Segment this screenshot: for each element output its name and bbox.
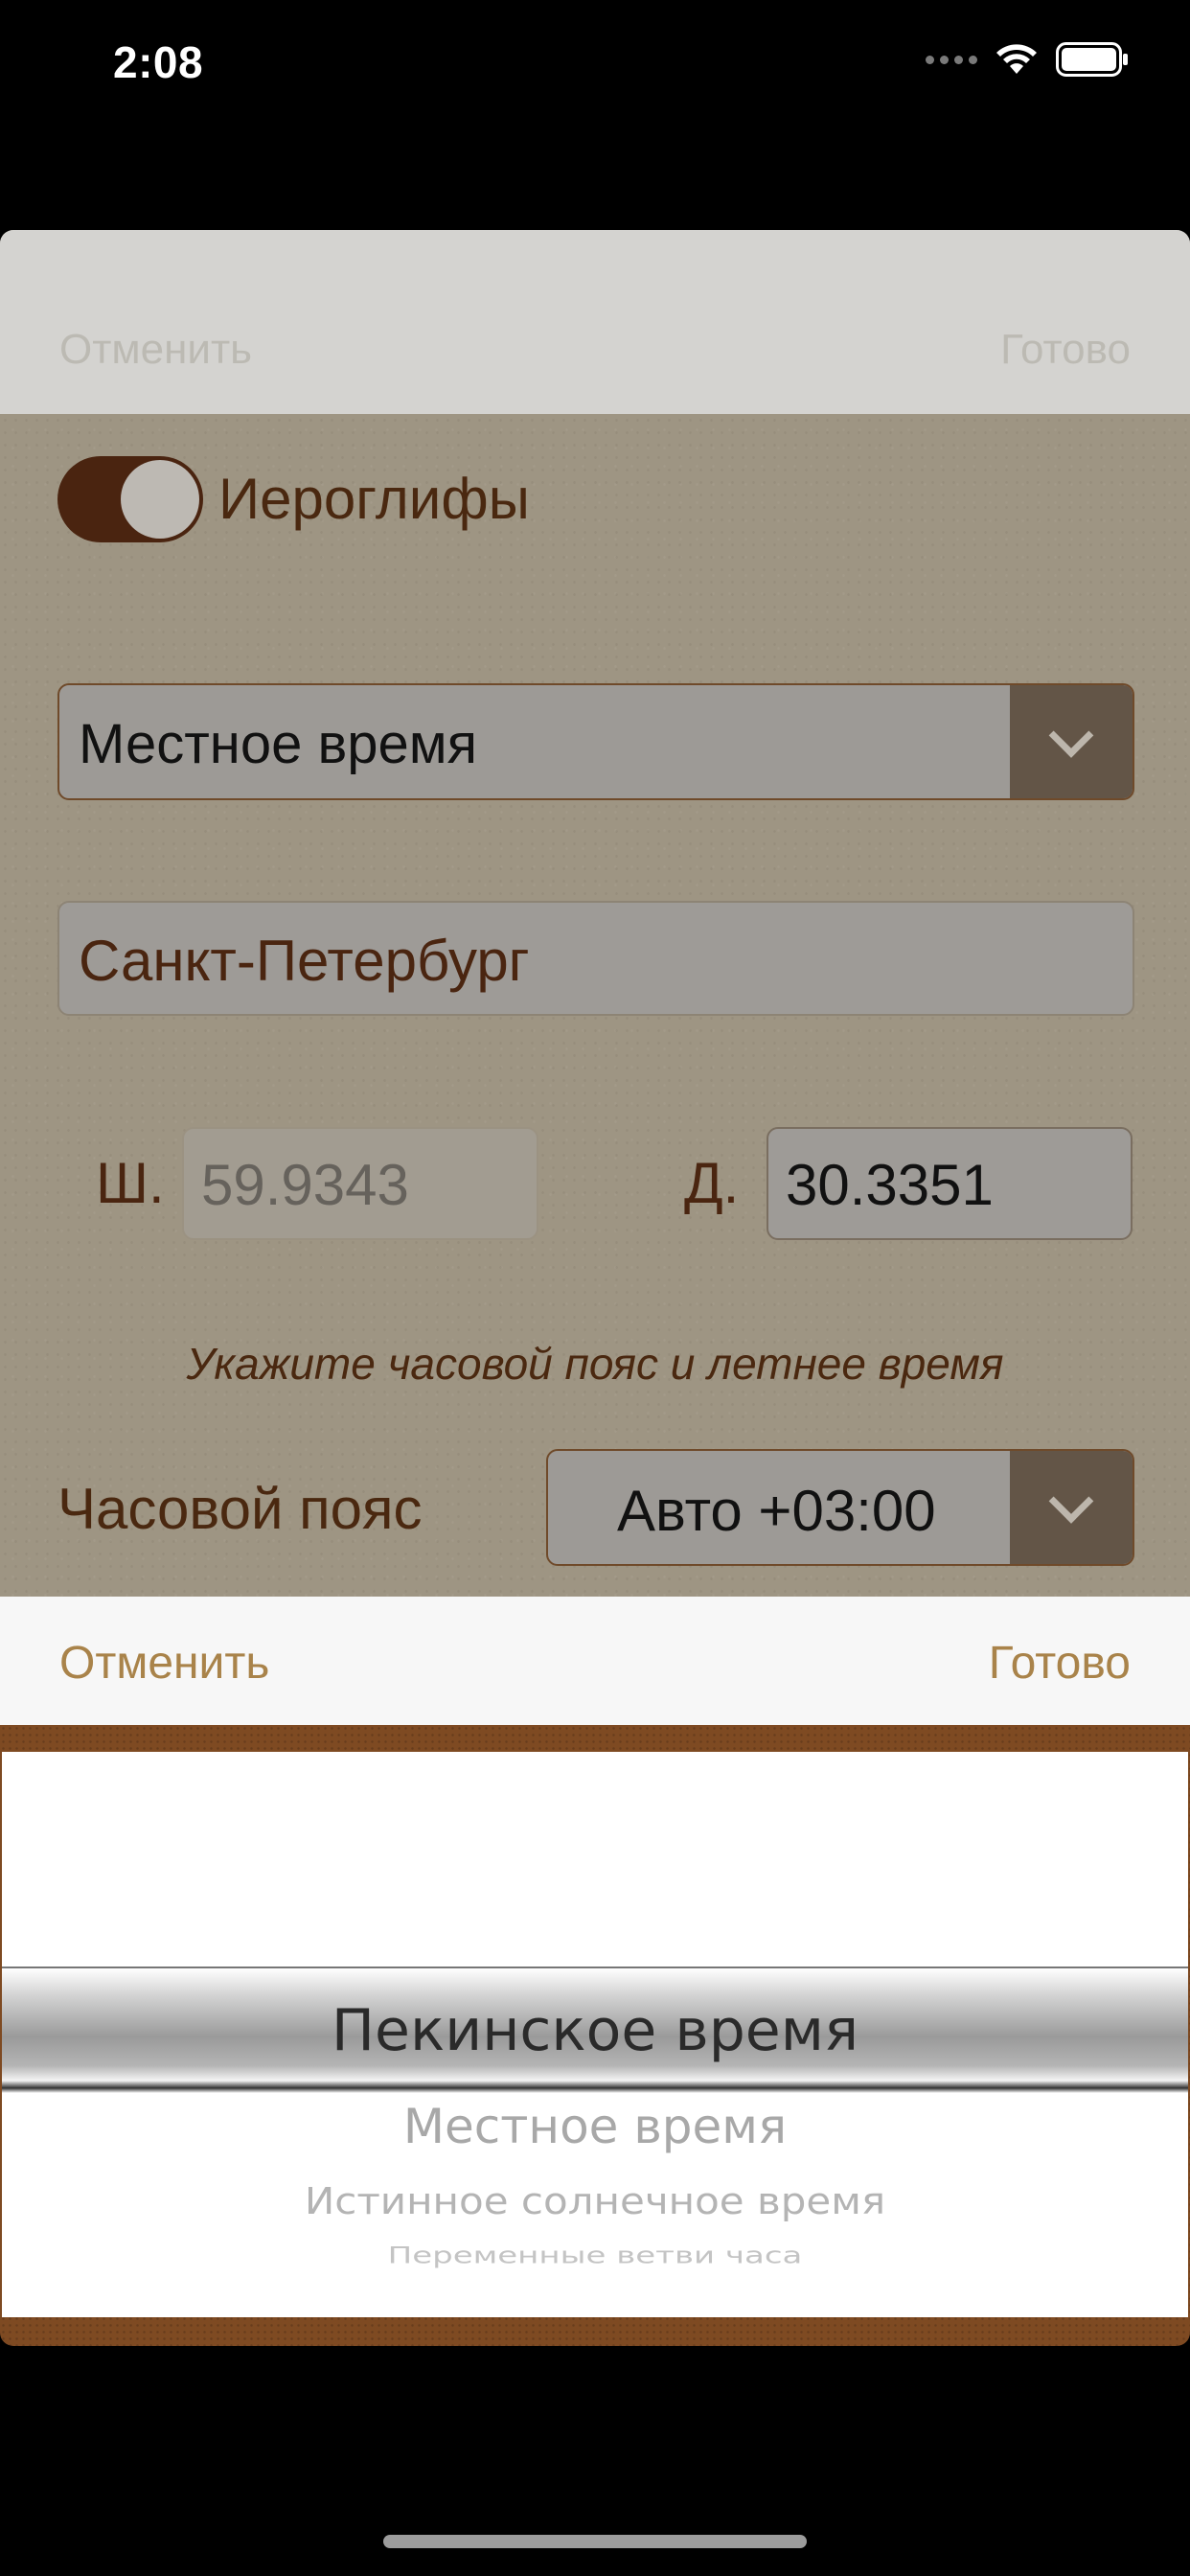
chevron-down-icon bbox=[1048, 713, 1094, 758]
cellular-signal-icon bbox=[926, 55, 977, 64]
city-value: Санкт-Петербург bbox=[79, 929, 530, 993]
toggle-knob bbox=[121, 460, 199, 539]
latitude-label: Ш. bbox=[96, 1151, 165, 1215]
sheet-done-button[interactable]: Готово bbox=[1000, 326, 1131, 374]
city-field[interactable]: Санкт-Петербург bbox=[57, 901, 1134, 1016]
picker-option[interactable]: Местное время bbox=[2, 2099, 1188, 2154]
sheet-header: Отменить Готово bbox=[0, 230, 1190, 414]
latitude-field: 59.9343 bbox=[182, 1127, 538, 1240]
status-time: 2:08 bbox=[113, 37, 204, 87]
home-indicator[interactable] bbox=[383, 2535, 807, 2548]
picker-option[interactable]: Переменные ветви часа bbox=[2, 2242, 1188, 2269]
picker-option-selected[interactable]: Пекинское время bbox=[2, 1997, 1188, 2064]
dropdown-button[interactable] bbox=[1010, 685, 1133, 798]
picker-wheel[interactable]: Пекинское время Местное время Истинное с… bbox=[2, 1752, 1188, 2317]
hieroglyphs-label: Иероглифы bbox=[218, 467, 530, 531]
longitude-label: Д. bbox=[684, 1151, 740, 1215]
picker-cancel-button[interactable]: Отменить bbox=[59, 1637, 269, 1690]
battery-icon bbox=[1056, 42, 1128, 77]
picker-toolbar: Отменить Готово bbox=[0, 1597, 1190, 1725]
timezone-value: Авто +03:00 bbox=[617, 1479, 936, 1543]
wifi-icon bbox=[996, 44, 1037, 74]
picker-option[interactable]: Истинное солнечное время bbox=[2, 2179, 1188, 2222]
timezone-hint: Укажите часовой пояс и летнее время bbox=[186, 1339, 1004, 1389]
latitude-value: 59.9343 bbox=[201, 1153, 409, 1217]
timezone-dropdown-button[interactable] bbox=[1010, 1451, 1133, 1564]
longitude-value: 30.3351 bbox=[786, 1153, 994, 1217]
sheet-cancel-button[interactable]: Отменить bbox=[59, 326, 252, 374]
picker-done-button[interactable]: Готово bbox=[989, 1637, 1131, 1690]
time-mode-value: Местное время bbox=[79, 713, 478, 775]
longitude-field[interactable]: 30.3351 bbox=[767, 1127, 1133, 1240]
chevron-down-icon bbox=[1048, 1479, 1094, 1524]
timezone-select[interactable]: Авто +03:00 bbox=[546, 1449, 1134, 1566]
timezone-label: Часовой пояс bbox=[57, 1477, 423, 1541]
status-icons bbox=[926, 42, 1129, 77]
hieroglyphs-toggle[interactable] bbox=[57, 456, 203, 542]
time-mode-select[interactable]: Местное время bbox=[57, 683, 1134, 800]
